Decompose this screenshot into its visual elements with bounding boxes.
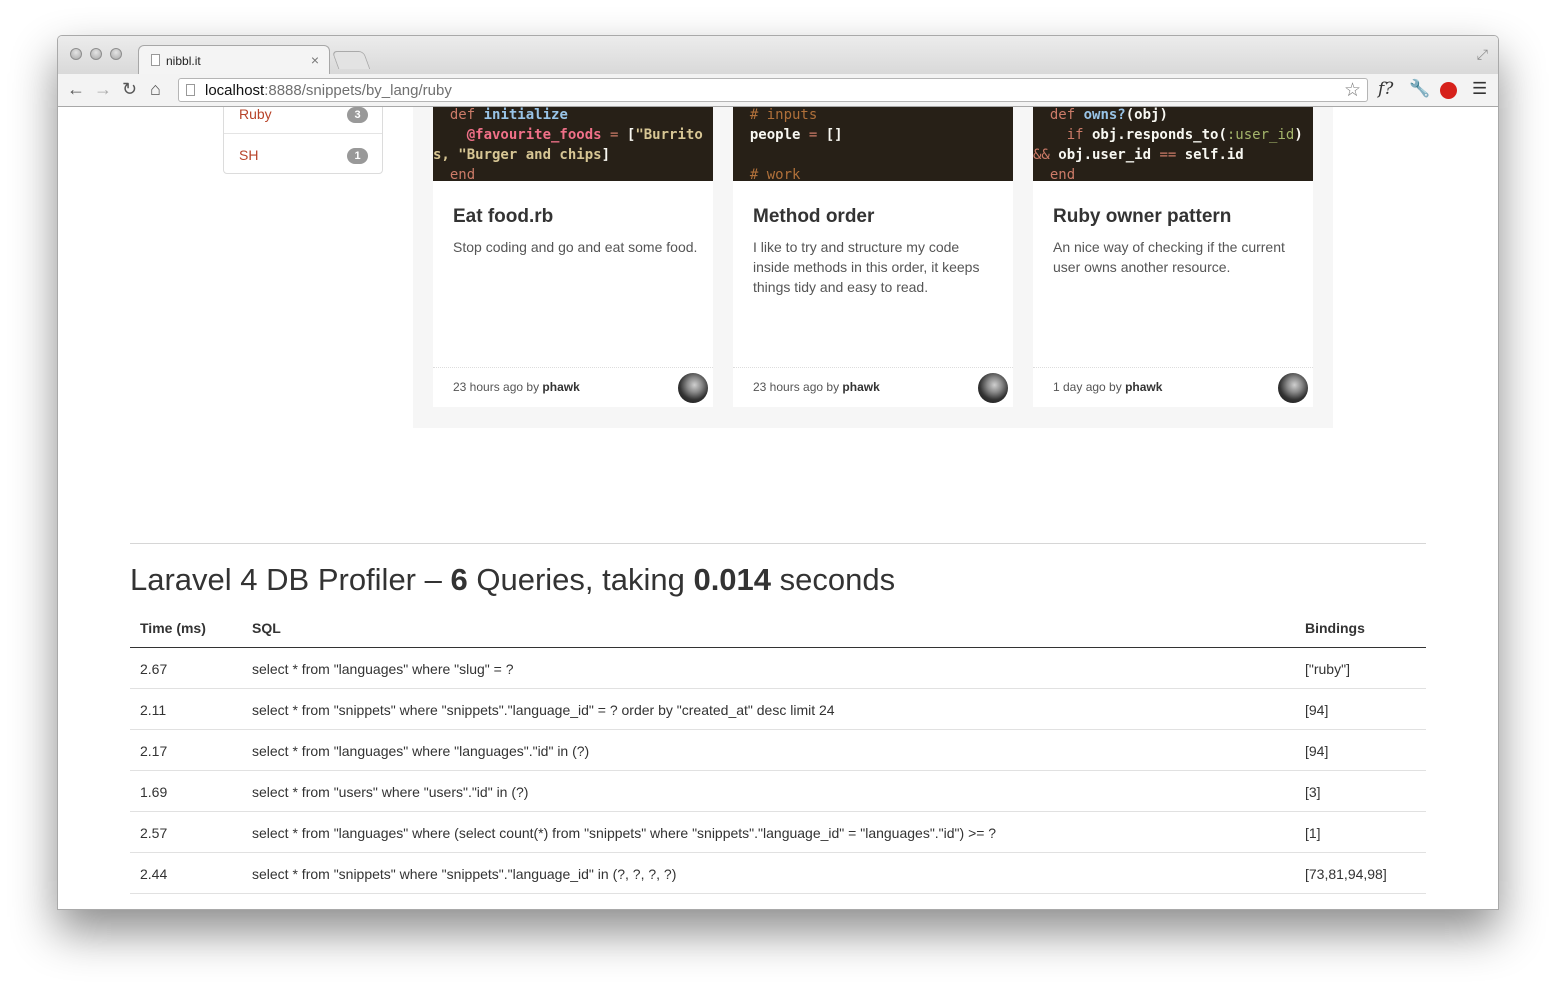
new-tab-button[interactable] [331,51,371,69]
snippet-card[interactable]: def owns?(obj) if obj.responds_to(:user_… [1033,107,1313,407]
avatar[interactable] [978,373,1008,403]
sql-cell: select * from "languages" where (select … [252,825,997,841]
snippet-card[interactable]: def initialize @favourite_foods = ["Burr… [433,107,713,407]
sidebar-item-ruby[interactable]: Ruby [239,107,272,122]
page-icon [186,84,195,96]
sidebar-item-sh[interactable]: SH [239,147,258,163]
code-preview: def owns?(obj) if obj.responds_to(:user_… [1033,107,1313,181]
address-bar[interactable]: localhost:8888/snippets/by_lang/ruby ☆ [178,78,1368,102]
card-divider [1033,367,1313,369]
card-description: I like to try and structure my code insi… [753,239,980,295]
time-cell: 2.11 [140,702,167,718]
time-cell: 2.67 [140,661,168,677]
profiler-divider [130,543,1426,544]
browser-toolbar: ← → ↻ ⌂ localhost:8888/snippets/by_lang/… [58,74,1498,107]
language-list: Ruby 3 SH 1 [223,107,383,174]
title-bar: nibbl.it × ⤢ [58,36,1498,75]
back-button[interactable]: ← [67,79,85,99]
sql-cell: select * from "snippets" where "snippets… [252,702,835,718]
table-row: 2.17 select * from "languages" where "la… [130,730,1426,771]
time-column-header: Time (ms) [140,620,206,636]
author-link[interactable]: phawk [542,380,579,394]
bindings-cell: ["ruby"] [1305,661,1350,677]
code-preview: def initialize @favourite_foods = ["Burr… [433,107,713,181]
time-cell: 1.69 [140,784,168,800]
close-window-button[interactable] [70,48,82,60]
time-cell: 2.57 [140,825,168,841]
card-title[interactable]: Ruby owner pattern [1053,206,1231,228]
extension-f-icon[interactable]: f? [1378,79,1393,99]
bindings-cell: [73,81,94,98] [1305,866,1387,882]
card-meta: 23 hours ago by phawk [453,380,580,394]
browser-window: nibbl.it × ⤢ ← → ↻ ⌂ localhost:8888/snip… [57,35,1499,910]
zoom-window-button[interactable] [110,48,122,60]
avatar[interactable] [1278,373,1308,403]
sql-cell: select * from "languages" where "languag… [252,743,590,759]
card-description: Stop coding and go and eat some food. [453,239,698,255]
snippet-card[interactable]: # inputs people = [] # work Method order… [733,107,1013,407]
card-meta: 1 day ago by phawk [1053,380,1163,394]
sql-column-header: SQL [252,620,281,636]
url-text[interactable]: localhost:8888/snippets/by_lang/ruby [205,82,452,99]
sql-cell: select * from "languages" where "slug" =… [252,661,514,677]
menu-icon[interactable]: ☰ [1472,79,1487,99]
table-row: 2.11 select * from "snippets" where "sni… [130,689,1426,730]
tab-close-icon[interactable]: × [311,52,319,68]
divider [224,133,382,134]
card-divider [433,367,713,369]
bindings-cell: [94] [1305,702,1329,718]
bookmark-star-icon[interactable]: ☆ [1344,79,1361,102]
sh-count-badge: 1 [347,148,368,164]
time-cell: 2.17 [140,743,168,759]
table-row: 2.57 select * from "languages" where (se… [130,812,1426,853]
minimize-window-button[interactable] [90,48,102,60]
table-row: 2.44 select * from "snippets" where "sni… [130,853,1426,894]
table-row: 1.69 select * from "users" where "users"… [130,771,1426,812]
wrench-icon[interactable]: 🔧 [1409,79,1430,99]
bindings-cell: [3] [1305,784,1321,800]
bindings-cell: [94] [1305,743,1329,759]
table-row: 2.67 select * from "languages" where "sl… [130,648,1426,689]
author-link[interactable]: phawk [1125,380,1162,394]
card-divider [733,367,1013,369]
sql-cell: select * from "users" where "users"."id"… [252,784,529,800]
card-description: An nice way of checking if the current u… [1053,239,1285,275]
page-favicon-icon [151,54,160,66]
bindings-column-header: Bindings [1305,620,1365,636]
browser-tab[interactable]: nibbl.it × [138,45,330,75]
forward-button[interactable]: → [94,79,112,99]
card-title[interactable]: Method order [753,206,874,228]
reload-button[interactable]: ↻ [122,79,137,99]
time-cell: 2.44 [140,866,168,882]
profiler-title: Laravel 4 DB Profiler – 6 Queries, takin… [130,562,896,597]
page-content: Ruby 3 SH 1 def initialize @favourite_fo… [58,107,1498,909]
card-title[interactable]: Eat food.rb [453,206,553,228]
ruby-count-badge: 3 [347,107,368,123]
avatar[interactable] [678,373,708,403]
card-meta: 23 hours ago by phawk [753,380,880,394]
bindings-cell: [1] [1305,825,1321,841]
sql-cell: select * from "snippets" where "snippets… [252,866,677,882]
fullscreen-icon[interactable]: ⤢ [1477,46,1488,63]
code-preview: # inputs people = [] # work [733,107,1013,181]
author-link[interactable]: phawk [842,380,879,394]
adblock-icon[interactable] [1440,82,1457,99]
tab-title: nibbl.it [166,54,201,68]
home-button[interactable]: ⌂ [150,79,161,99]
